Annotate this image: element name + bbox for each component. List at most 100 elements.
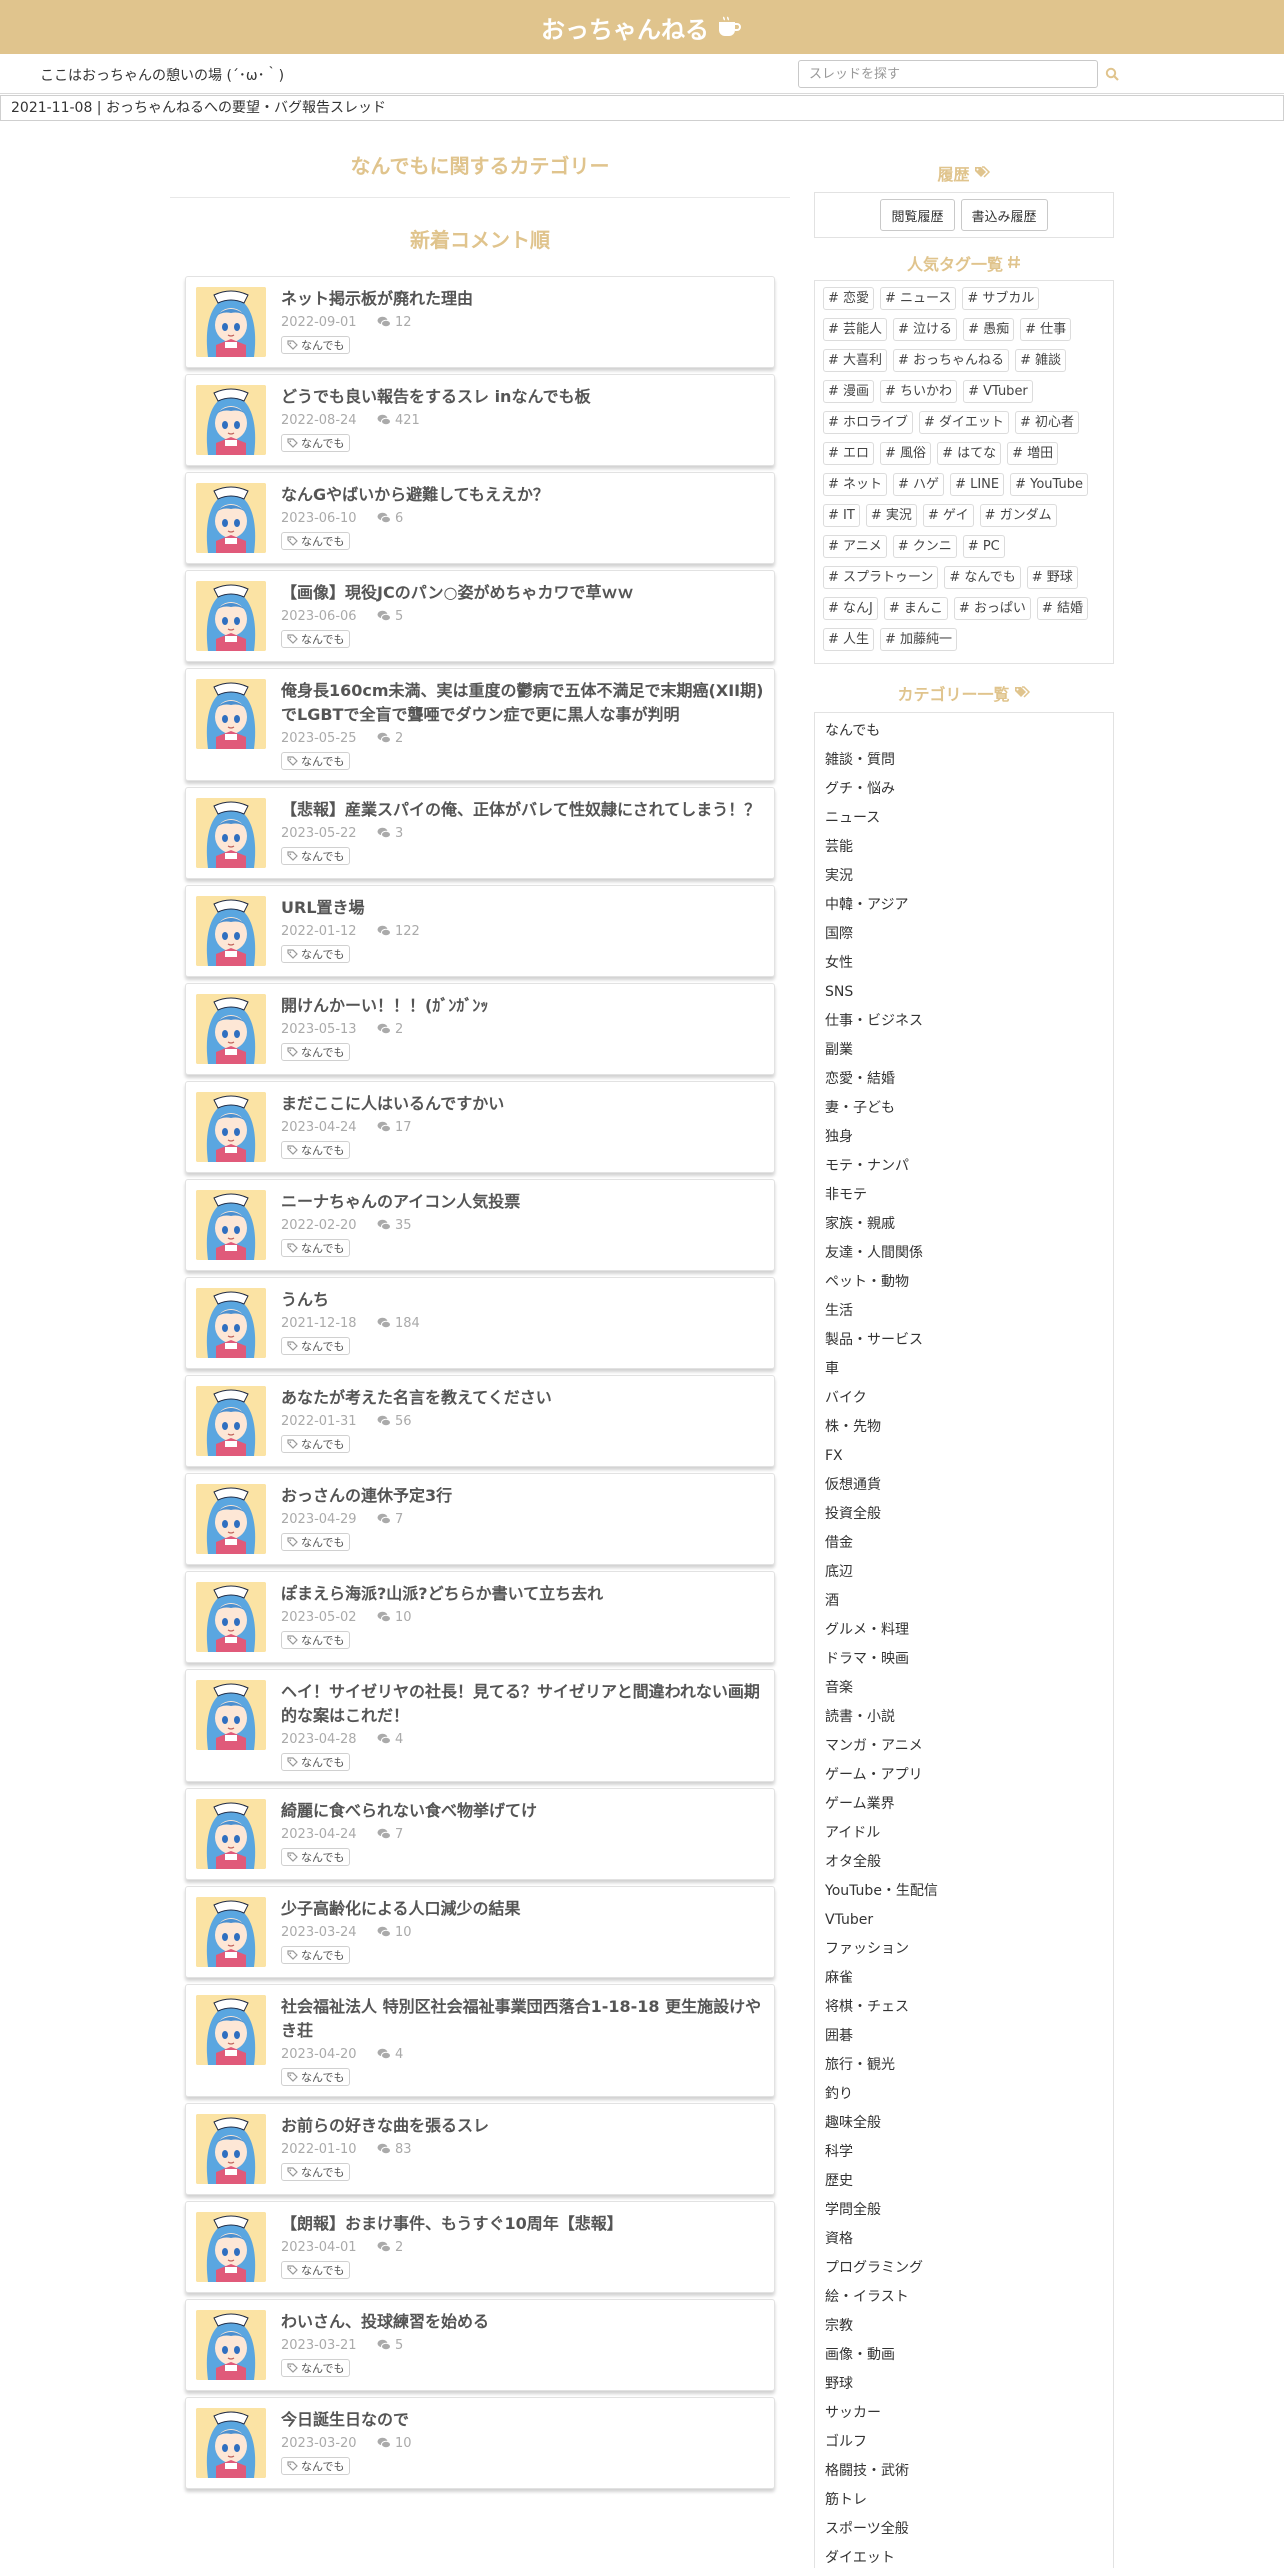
category-link[interactable]: 宗教 — [825, 2312, 1103, 2341]
category-link[interactable]: 仕事・ビジネス — [825, 1007, 1103, 1036]
thread-item[interactable]: 社会福祉法人 特別区社会福祉事業団西落合1-18-18 更生施設けやき荘 202… — [185, 1984, 775, 2097]
thread-tag[interactable]: なんでも — [281, 2163, 351, 2181]
thread-title[interactable]: お前らの好きな曲を張るスレ — [281, 2114, 764, 2138]
category-link[interactable]: 車 — [825, 1355, 1103, 1384]
tag-link[interactable]: # なんでも — [944, 566, 1021, 589]
category-link[interactable]: 恋愛・結婚 — [825, 1065, 1103, 1094]
tag-link[interactable]: # 人生 — [823, 628, 875, 651]
thread-tag[interactable]: なんでも — [281, 1337, 351, 1355]
category-link[interactable]: ダイエット — [825, 2544, 1103, 2568]
thread-title[interactable]: なんGやばいから避難してもええか？ — [281, 483, 764, 507]
category-link[interactable]: 格闘技・武術 — [825, 2457, 1103, 2486]
thread-title[interactable]: 【画像】現役JCのパン○姿がめちゃカワで草ｗｗ — [281, 581, 764, 605]
thread-title[interactable]: 社会福祉法人 特別区社会福祉事業団西落合1-18-18 更生施設けやき荘 — [281, 1995, 764, 2043]
thread-item[interactable]: 開けんかーい！！！(ｶﾞﾝｶﾞﾝｯ 2023-05-13 2 なんでも — [185, 983, 775, 1075]
category-link[interactable]: 音楽 — [825, 1674, 1103, 1703]
search-input[interactable] — [798, 60, 1098, 88]
category-link[interactable]: ゴルフ — [825, 2428, 1103, 2457]
category-link[interactable]: ドラマ・映画 — [825, 1645, 1103, 1674]
thread-title[interactable]: ぽまえら海派?山派?どちらか書いて立ち去れ — [281, 1582, 764, 1606]
category-link[interactable]: 株・先物 — [825, 1413, 1103, 1442]
announcement-link[interactable]: 2021-11-08 | おっちゃんねるへの要望・バグ報告スレッド — [0, 95, 1284, 121]
thread-tag[interactable]: なんでも — [281, 2359, 351, 2377]
tag-link[interactable]: # まんこ — [883, 597, 948, 620]
tag-link[interactable]: # クンニ — [892, 535, 957, 558]
thread-item[interactable]: あなたが考えた名言を教えてください 2022-01-31 56 なんでも — [185, 1375, 775, 1467]
tag-link[interactable]: # 恋愛 — [823, 287, 875, 310]
tag-link[interactable]: # ダイエット — [919, 411, 1009, 434]
thread-tag[interactable]: なんでも — [281, 752, 351, 770]
thread-title[interactable]: ヘイ！サイゼリヤの社長！見てる？サイゼリアと間違われない画期的な案はこれだ！ — [281, 1680, 764, 1728]
category-link[interactable]: 囲碁 — [825, 2022, 1103, 2051]
category-link[interactable]: SNS — [825, 978, 1103, 1007]
thread-tag[interactable]: なんでも — [281, 2261, 351, 2279]
category-link[interactable]: マンガ・アニメ — [825, 1732, 1103, 1761]
category-link[interactable]: 副業 — [825, 1036, 1103, 1065]
thread-tag[interactable]: なんでも — [281, 1533, 351, 1551]
tag-link[interactable]: # はてな — [937, 442, 1002, 465]
category-link[interactable]: ゲーム業界 — [825, 1790, 1103, 1819]
category-link[interactable]: 借金 — [825, 1529, 1103, 1558]
category-link[interactable]: ファッション — [825, 1935, 1103, 1964]
tag-link[interactable]: # LINE — [950, 473, 1005, 496]
thread-item[interactable]: 綺麗に食べられない食べ物挙げてけ 2023-04-24 7 なんでも — [185, 1788, 775, 1880]
thread-title[interactable]: 綺麗に食べられない食べ物挙げてけ — [281, 1799, 764, 1823]
search-icon[interactable] — [1105, 66, 1119, 85]
thread-title[interactable]: どうでも良い報告をするスレ inなんでも板 — [281, 385, 764, 409]
thread-tag[interactable]: なんでも — [281, 336, 351, 354]
thread-item[interactable]: 【悲報】産業スパイの俺、正体がバレて性奴隷にされてしまう！？ 2023-05-2… — [185, 787, 775, 879]
thread-item[interactable]: どうでも良い報告をするスレ inなんでも板 2022-08-24 421 なんで… — [185, 374, 775, 466]
category-link[interactable]: 学問全般 — [825, 2196, 1103, 2225]
thread-tag[interactable]: なんでも — [281, 1141, 351, 1159]
thread-title[interactable]: おっさんの連休予定3行 — [281, 1484, 764, 1508]
post-history-button[interactable]: 書込み履歴 — [960, 199, 1048, 231]
thread-title[interactable]: 今日誕生日なので — [281, 2408, 764, 2432]
thread-item[interactable]: わいさん、投球練習を始める 2023-03-21 5 なんでも — [185, 2299, 775, 2391]
thread-tag[interactable]: なんでも — [281, 1239, 351, 1257]
thread-title[interactable]: ネット掲示板が廃れた理由 — [281, 287, 764, 311]
thread-item[interactable]: ネット掲示板が廃れた理由 2022-09-01 12 なんでも — [185, 276, 775, 368]
thread-item[interactable]: お前らの好きな曲を張るスレ 2022-01-10 83 なんでも — [185, 2103, 775, 2195]
category-link[interactable]: オタ全般 — [825, 1848, 1103, 1877]
thread-tag[interactable]: なんでも — [281, 1753, 351, 1771]
category-link[interactable]: 筋トレ — [825, 2486, 1103, 2515]
tag-link[interactable]: # ホロライブ — [823, 411, 914, 434]
tag-link[interactable]: # 漫画 — [823, 380, 875, 403]
thread-tag[interactable]: なんでも — [281, 2457, 351, 2475]
category-link[interactable]: サッカー — [825, 2399, 1103, 2428]
thread-tag[interactable]: なんでも — [281, 847, 351, 865]
category-link[interactable]: VTuber — [825, 1906, 1103, 1935]
thread-tag[interactable]: なんでも — [281, 630, 351, 648]
category-link[interactable]: 科学 — [825, 2138, 1103, 2167]
thread-item[interactable]: ニーナちゃんのアイコン人気投票 2022-02-20 35 なんでも — [185, 1179, 775, 1271]
view-history-button[interactable]: 閲覧履歴 — [880, 199, 955, 231]
thread-tag[interactable]: なんでも — [281, 1631, 351, 1649]
category-link[interactable]: 雑談・質問 — [825, 746, 1103, 775]
category-link[interactable]: グルメ・料理 — [825, 1616, 1103, 1645]
category-link[interactable]: 非モテ — [825, 1181, 1103, 1210]
tag-link[interactable]: # 愚痴 — [963, 318, 1015, 341]
category-link[interactable]: 麻雀 — [825, 1964, 1103, 1993]
category-link[interactable]: 底辺 — [825, 1558, 1103, 1587]
tag-link[interactable]: # ハゲ — [893, 473, 945, 496]
thread-tag[interactable]: なんでも — [281, 1043, 351, 1061]
category-link[interactable]: ゲーム・アプリ — [825, 1761, 1103, 1790]
category-link[interactable]: 読書・小説 — [825, 1703, 1103, 1732]
category-link[interactable]: 絵・イラスト — [825, 2283, 1103, 2312]
thread-item[interactable]: うんち 2021-12-18 184 なんでも — [185, 1277, 775, 1369]
category-link[interactable]: プログラミング — [825, 2254, 1103, 2283]
category-link[interactable]: 酒 — [825, 1587, 1103, 1616]
category-link[interactable]: 旅行・観光 — [825, 2051, 1103, 2080]
category-link[interactable]: 製品・サービス — [825, 1326, 1103, 1355]
thread-tag[interactable]: なんでも — [281, 945, 351, 963]
tag-link[interactable]: # エロ — [823, 442, 875, 465]
tag-link[interactable]: # ゲイ — [922, 504, 974, 527]
thread-title[interactable]: 開けんかーい！！！(ｶﾞﾝｶﾞﾝｯ — [281, 994, 764, 1018]
tag-link[interactable]: # なんJ — [823, 597, 878, 620]
thread-tag[interactable]: なんでも — [281, 1946, 351, 1964]
tag-link[interactable]: # PC — [962, 535, 1005, 558]
tag-link[interactable]: # 増田 — [1007, 442, 1059, 465]
category-link[interactable]: 実況 — [825, 862, 1103, 891]
thread-tag[interactable]: なんでも — [281, 2068, 351, 2086]
category-link[interactable]: 釣り — [825, 2080, 1103, 2109]
